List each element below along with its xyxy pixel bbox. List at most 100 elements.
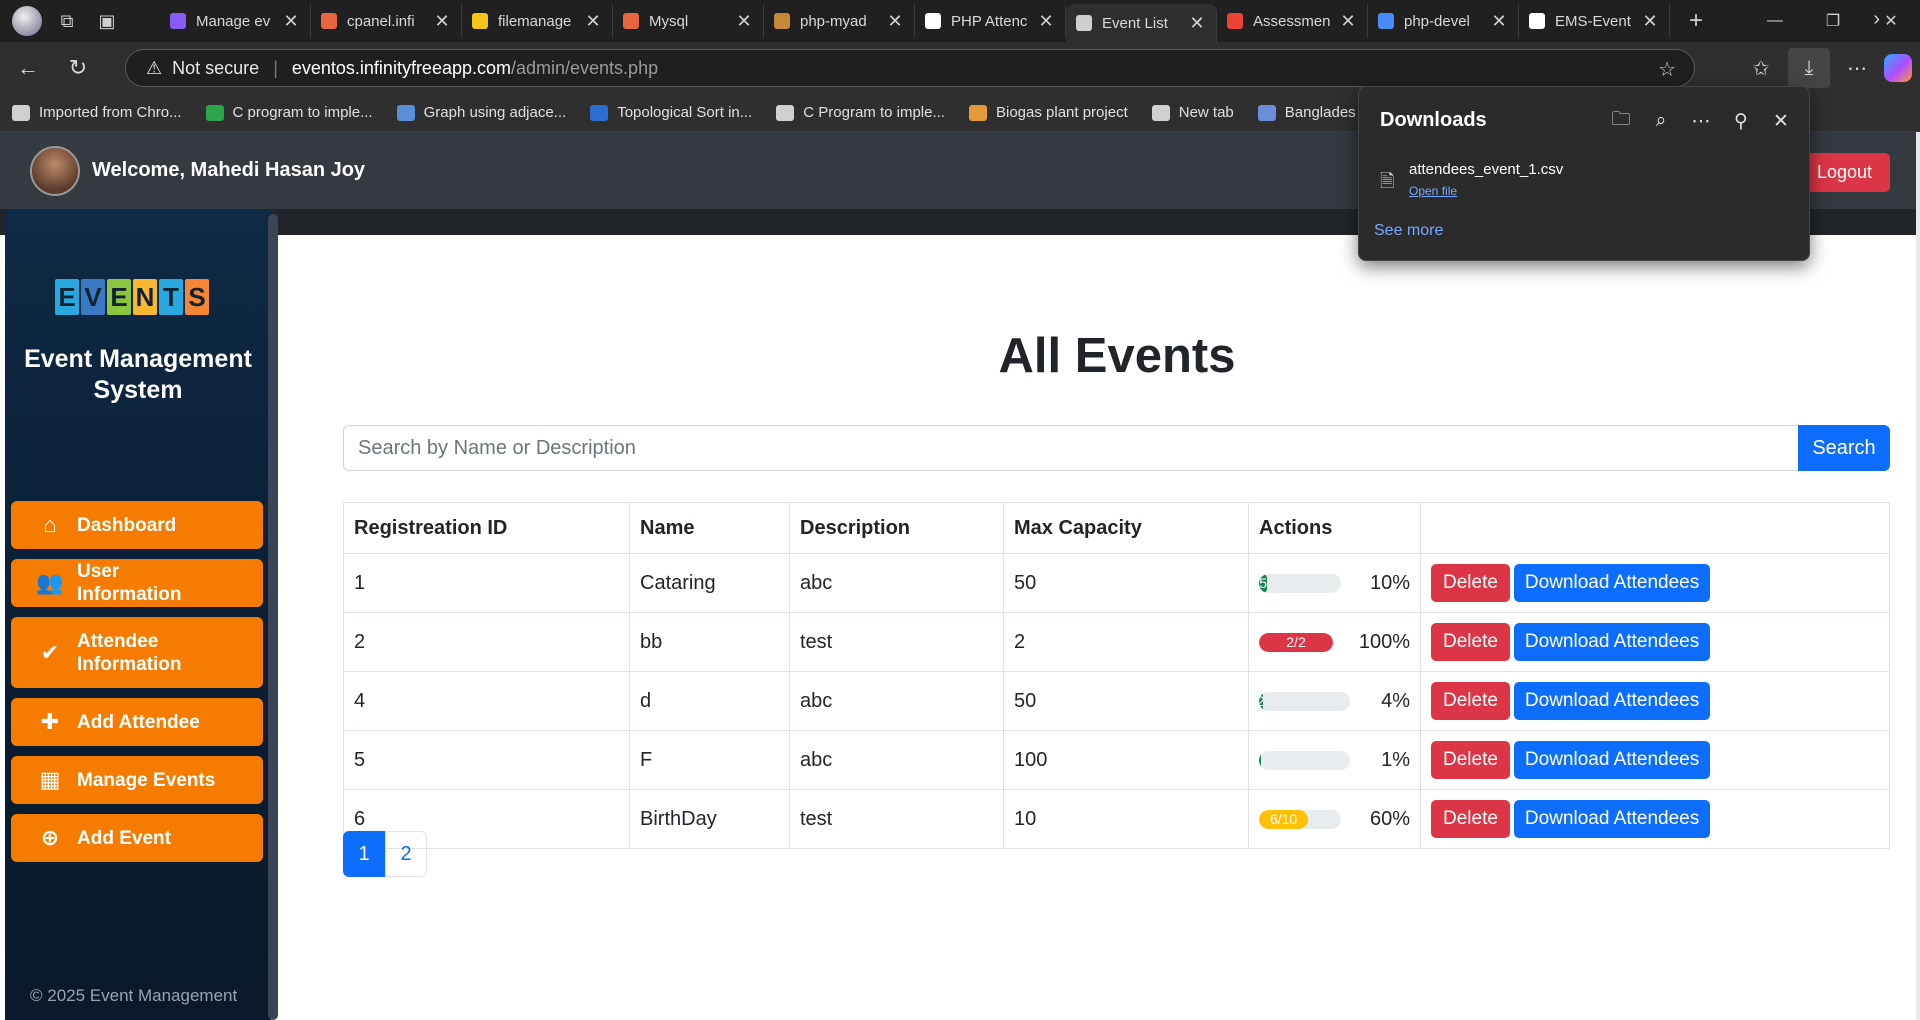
more-menu-icon[interactable]: ⋯	[1836, 48, 1878, 88]
tab-close-icon[interactable]: ✕	[1188, 13, 1206, 34]
page-link-2[interactable]: 2	[385, 831, 427, 877]
restore-icon[interactable]: ❐	[1804, 0, 1862, 42]
close-icon[interactable]: ✕	[1765, 105, 1797, 137]
bookmark-label: Biogas plant project	[995, 104, 1128, 121]
bookmark-item[interactable]: Biogas plant project	[968, 104, 1128, 121]
back-icon[interactable]: ←	[6, 48, 50, 88]
download-file-name[interactable]: attendees_event_1.csv	[1409, 161, 1563, 178]
capacity-percent: 4%	[1381, 689, 1410, 712]
workspaces-icon[interactable]: ⧉	[50, 4, 84, 38]
pin-icon[interactable]: ⚲	[1725, 105, 1757, 137]
plus-circle-icon: ⊕	[40, 825, 60, 850]
sidebar	[5, 209, 271, 1020]
sidebar-scrollbar[interactable]	[268, 214, 278, 1020]
tab-favicon-icon	[472, 13, 488, 29]
bookmarks-overflow-chevron-icon[interactable]: ›	[1873, 8, 1880, 31]
tab-close-icon[interactable]: ✕	[433, 11, 451, 32]
download-attendees-button[interactable]: Download Attendees	[1513, 564, 1711, 602]
folder-icon[interactable]: 🗀	[1605, 105, 1637, 137]
cell-id: 4	[343, 671, 630, 731]
see-more-link[interactable]: See more	[1374, 222, 1443, 240]
tab-title: php-devel	[1404, 12, 1470, 30]
tab-close-icon[interactable]: ✕	[1037, 11, 1055, 32]
search-icon[interactable]: ⌕	[1645, 105, 1677, 137]
more-options-icon[interactable]: ⋯	[1685, 105, 1717, 137]
browser-tab[interactable]: php-myad ✕	[764, 4, 915, 38]
avatar	[30, 145, 80, 196]
cell-progress: 5 10%	[1248, 553, 1421, 613]
column-header: Description	[789, 502, 1004, 554]
browser-tab[interactable]: cpanel.infi ✕	[311, 4, 462, 38]
download-attendees-button[interactable]: Download Attendees	[1513, 682, 1711, 720]
bookmark-label: C program to imple...	[232, 104, 373, 121]
page-link-1[interactable]: 1	[343, 831, 385, 877]
address-bar[interactable]: ⚠ Not secure | eventos.infinityfreeapp.c…	[125, 49, 1695, 87]
open-file-link[interactable]: Open file	[1409, 184, 1457, 198]
tab-close-icon[interactable]: ✕	[1490, 11, 1508, 32]
page-viewport: Welcome, Mahedi Hasan Joy Logout EVENTS …	[0, 132, 1920, 1020]
tab-close-icon[interactable]: ✕	[584, 11, 602, 32]
browser-tab[interactable]: Manage ev ✕	[160, 4, 311, 38]
cell-name: bb	[629, 612, 790, 672]
progress-fill: 5	[1259, 573, 1268, 593]
delete-button[interactable]: Delete	[1431, 564, 1510, 602]
tab-title: PHP Attenc	[951, 12, 1028, 30]
delete-button[interactable]: Delete	[1431, 741, 1510, 779]
delete-button[interactable]: Delete	[1431, 800, 1510, 838]
sidebar-item-dashboard[interactable]: ⌂ Dashboard	[11, 501, 263, 549]
bookmark-item[interactable]: Topological Sort in...	[590, 104, 752, 121]
browser-tab[interactable]: PHP Attenc ✕	[915, 4, 1066, 38]
tab-close-icon[interactable]: ✕	[735, 11, 753, 32]
sidebar-item-add-attendee[interactable]: ✚ Add Attendee	[11, 698, 263, 746]
browser-tab[interactable]: filemanage ✕	[462, 4, 613, 38]
profile-icon[interactable]	[10, 4, 44, 38]
delete-button[interactable]: Delete	[1431, 682, 1510, 720]
sidebar-item-attendee-information[interactable]: ✔ Attendee Information	[11, 617, 263, 688]
cell-name: d	[629, 671, 790, 731]
download-attendees-button[interactable]: Download Attendees	[1513, 741, 1711, 779]
table-row: 5 Fabc 100 1% Delete Download Attendees	[343, 730, 1890, 790]
bookmark-item[interactable]: New tab	[1151, 104, 1234, 121]
search-input[interactable]	[343, 425, 1798, 471]
bookmark-item[interactable]: C program to imple...	[205, 104, 373, 121]
bookmark-item[interactable]: Imported from Chro...	[12, 104, 182, 121]
tab-title: php-myad	[800, 12, 867, 30]
progress-fill: 6/10	[1259, 809, 1309, 829]
tab-close-icon[interactable]: ✕	[1641, 11, 1659, 32]
downloads-icon[interactable]: ⤓	[1788, 48, 1830, 88]
browser-tab[interactable]: Assessmen ✕	[1217, 4, 1368, 38]
cell-description: test	[789, 789, 1004, 849]
favorites-icon[interactable]: ✩	[1740, 48, 1782, 88]
browser-tab[interactable]: Event List ✕	[1066, 4, 1217, 42]
welcome-text: Welcome, Mahedi Hasan Joy	[92, 159, 366, 181]
copilot-icon[interactable]	[1884, 54, 1912, 82]
download-attendees-button[interactable]: Download Attendees	[1513, 623, 1711, 661]
delete-button[interactable]: Delete	[1431, 623, 1510, 661]
bookmark-item[interactable]: C Program to imple...	[776, 104, 945, 121]
page-scrollbar[interactable]	[1916, 132, 1920, 1020]
cell-name: BirthDay	[629, 789, 790, 849]
favorite-star-icon[interactable]: ☆	[1658, 57, 1676, 82]
browser-tab[interactable]: EMS-Event ✕	[1519, 4, 1670, 38]
cell-name: Cataring	[629, 553, 790, 613]
tab-close-icon[interactable]: ✕	[282, 11, 300, 32]
new-tab-button[interactable]: +	[1676, 7, 1716, 35]
refresh-icon[interactable]: ↻	[56, 48, 100, 88]
pagination: 1 2	[343, 831, 427, 877]
browser-tab[interactable]: php-devel ✕	[1368, 4, 1519, 38]
search-button[interactable]: Search	[1798, 425, 1890, 471]
browser-tab[interactable]: Mysql ✕	[613, 4, 764, 38]
bookmark-item[interactable]: Banglades	[1257, 104, 1356, 121]
close-window-icon[interactable]: ✕	[1862, 0, 1920, 42]
sidebar-item-manage-events[interactable]: ▦ Manage Events	[11, 756, 263, 804]
sidebar-item-user-information[interactable]: 👥 User Information	[11, 559, 263, 607]
logout-button[interactable]: Logout	[1798, 153, 1890, 192]
tab-actions-icon[interactable]: ▣	[90, 4, 124, 38]
bookmark-label: Graph using adjace...	[423, 104, 567, 121]
bookmark-item[interactable]: Graph using adjace...	[396, 104, 567, 121]
tab-close-icon[interactable]: ✕	[886, 11, 904, 32]
minimize-icon[interactable]: —	[1746, 0, 1804, 42]
download-attendees-button[interactable]: Download Attendees	[1513, 800, 1711, 838]
sidebar-item-add-event[interactable]: ⊕ Add Event	[11, 814, 263, 862]
tab-close-icon[interactable]: ✕	[1339, 11, 1357, 32]
